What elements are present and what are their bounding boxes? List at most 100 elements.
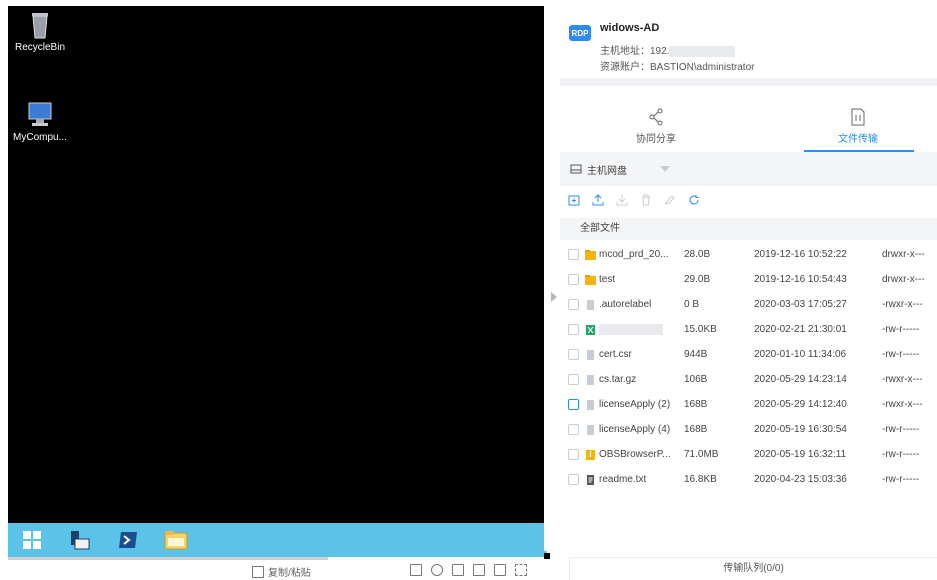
windows-start-icon[interactable] [8,523,56,557]
file-size: 944B [684,349,708,360]
row-checkbox[interactable] [568,349,579,360]
tab-file-transfer[interactable]: 文件传输 [788,96,928,152]
server-manager-icon[interactable] [56,523,104,557]
file-date: 2020-02-21 21:30:01 [754,324,847,335]
file-size: 168B [684,399,708,410]
file-icon [585,400,596,410]
tab-share-label: 协同分享 [636,134,676,145]
table-row[interactable]: cert.csr 944B 2020-01-10 11:34:06 -rw-r----… [560,343,937,368]
file-name[interactable]: licenseApply (4) [599,424,684,435]
chevron-down-icon[interactable] [660,166,670,172]
disk-selector[interactable]: 主机网盘 [560,152,937,186]
row-checkbox[interactable] [568,374,579,385]
grid-icon[interactable] [452,564,464,576]
file-size: 29.0B [684,274,711,285]
panel-collapse-arrow-icon[interactable] [551,292,557,302]
table-row[interactable]: OBSBrowserP... 71.0MB 2020-05-19 16:32:11 -… [560,443,937,468]
file-name[interactable]: cs.tar.gz [599,374,684,385]
resource-card: RDP widows-AD 主机地址：192. 资源账户：BASTION\adm… [560,0,937,86]
edit-icon[interactable] [664,194,676,206]
powershell-icon[interactable] [104,523,152,557]
row-checkbox[interactable] [568,324,579,335]
delete-icon[interactable] [640,194,652,206]
scroll-corner [544,553,550,559]
folder-icon [585,275,596,285]
file-permission: -rw-r----- [882,324,920,335]
table-row[interactable]: mcod_prd_20... 28.0B 2019-12-16 10:52:22 dr… [560,243,937,268]
network-icon[interactable] [473,564,485,576]
file-size: 168B [684,424,708,435]
file-name[interactable]: test [599,274,684,285]
file-size: 0 B [684,299,700,310]
table-row[interactable]: test 29.0B 2019-12-16 10:54:43 drwxr-x--- [560,268,937,293]
table-row[interactable]: .autorelabel 0 B 2020-03-03 17:05:27 -rwxr-… [560,293,937,318]
new-folder-icon[interactable] [568,194,580,206]
window-icon[interactable] [494,564,506,576]
file-date: 2020-03-03 17:05:27 [754,299,847,310]
rdp-badge: RDP [569,25,591,41]
fullscreen-icon[interactable] [515,564,527,576]
file-name[interactable]: readme.txt [599,474,684,485]
text-icon [585,475,596,485]
refresh-icon[interactable] [688,194,700,206]
redacted-filename [599,324,663,335]
file-list: mcod_prd_20... 28.0B 2019-12-16 10:52:22 dr… [560,243,937,493]
file-permission: -rw-r----- [882,474,920,485]
row-checkbox[interactable] [568,424,579,435]
file-permission: -rw-r----- [882,424,920,435]
file-size: 16.8KB [684,474,717,485]
recycle-bin-icon [25,10,55,40]
archive-icon [585,450,596,460]
file-explorer-icon[interactable] [152,523,200,557]
file-size: 71.0MB [684,449,719,460]
remote-desktop-view[interactable]: RecycleBin MyCompu... [8,6,547,557]
file-name[interactable]: .autorelabel [599,299,684,310]
file-icon [585,425,596,435]
disk-label: 主机网盘 [587,165,627,177]
lock-icon[interactable] [431,564,443,576]
file-icon [585,350,596,360]
file-name[interactable]: licenseApply (2) [599,399,684,410]
file-permission: -rwxr-x--- [882,299,923,310]
file-permission: -rw-r----- [882,349,920,360]
file-permission: -rwxr-x--- [882,399,923,410]
table-row[interactable]: licenseApply (2) 168B 2020-05-29 14:12:40 -… [560,393,937,418]
keyboard-icon[interactable] [410,564,422,576]
copy-paste-button[interactable]: 复制/粘贴 [252,564,311,579]
row-checkbox[interactable] [568,249,579,260]
table-row[interactable]: licenseApply (4) 168B 2020-05-19 16:30:54 -… [560,418,937,443]
file-date: 2020-05-19 16:30:54 [754,424,847,435]
file-permission: -rw-r----- [882,449,920,460]
file-name[interactable]: OBSBrowserP... [599,449,684,460]
row-checkbox[interactable] [568,399,579,410]
desktop-icon-recyclebin[interactable]: RecycleBin [8,10,72,53]
file-icon [585,300,596,310]
file-name[interactable]: cert.csr [599,349,684,360]
upload-icon[interactable] [592,194,604,206]
table-row[interactable]: 15.0KB 2020-02-21 21:30:01 -rw-r----- [560,318,937,343]
taskbar [8,523,547,557]
redacted-address [669,45,736,57]
file-date: 2020-05-29 14:23:14 [754,374,847,385]
resource-account: 资源账户：BASTION\administrator [600,62,755,73]
file-icon [585,375,596,385]
file-name[interactable]: mcod_prd_20... [599,249,684,260]
desktop-icon-mycomputer[interactable]: MyCompu... [8,100,72,143]
transfer-queue[interactable]: 传输队列(0/0) [569,557,937,580]
horizontal-scrollbar[interactable] [8,557,328,560]
tab-share[interactable]: 协同分享 [586,96,726,152]
row-checkbox[interactable] [568,449,579,460]
table-row[interactable]: cs.tar.gz 106B 2020-05-29 14:23:14 -rwxr-x-… [560,368,937,393]
session-toolbar: 复制/粘贴 [0,562,555,580]
file-date: 2020-04-23 15:03:36 [754,474,847,485]
row-checkbox[interactable] [568,299,579,310]
table-row[interactable]: readme.txt 16.8KB 2020-04-23 15:03:36 -rw-r… [560,468,937,493]
row-checkbox[interactable] [568,474,579,485]
tab-file-transfer-label: 文件传输 [838,134,878,145]
row-checkbox[interactable] [568,274,579,285]
file-date: 2020-01-10 11:34:06 [754,349,847,360]
vertical-scrollbar[interactable] [544,6,547,551]
file-size: 15.0KB [684,324,717,335]
file-size: 106B [684,374,708,385]
download-icon[interactable] [616,194,628,206]
